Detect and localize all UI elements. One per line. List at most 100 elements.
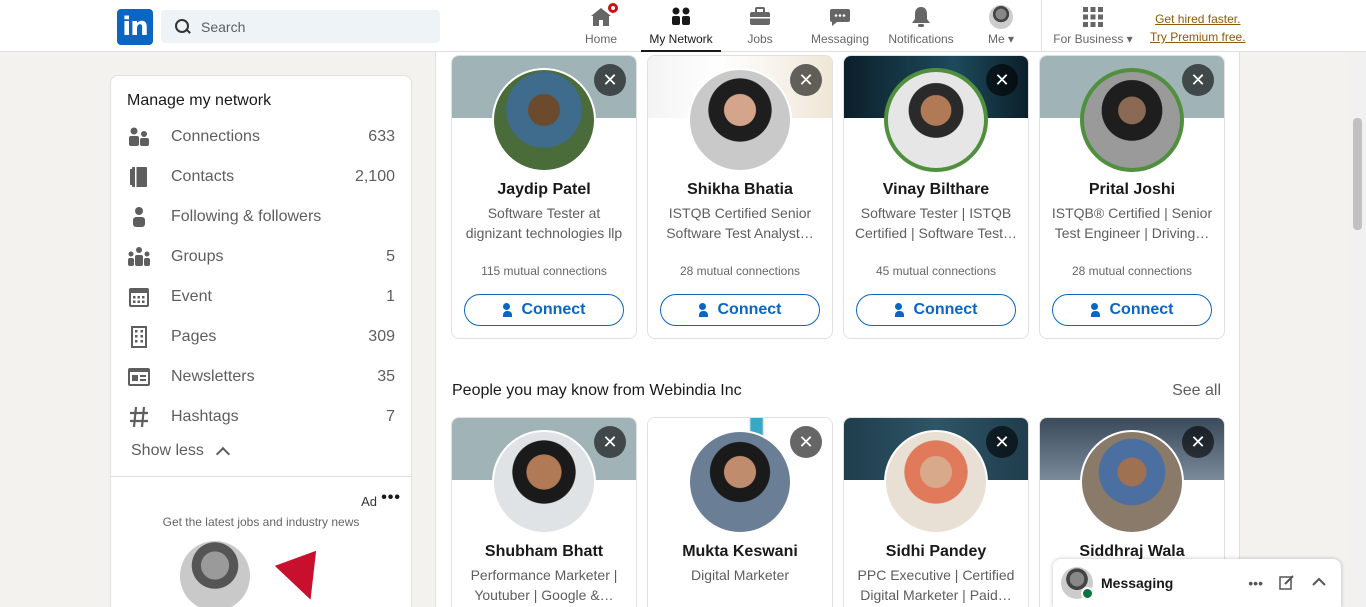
- avatar: [1061, 567, 1094, 600]
- more-options-icon[interactable]: •••: [1248, 575, 1263, 591]
- panel-title: Manage my network: [127, 92, 272, 109]
- sidebar-item-contacts[interactable]: Contacts 2,100: [127, 157, 395, 197]
- nav-me-label: Me ▾: [987, 32, 1015, 46]
- sidebar-item-pages[interactable]: Pages 309: [127, 317, 395, 357]
- suggestion-card[interactable]: ✕ Shikha Bhatia ISTQB Certified Senior S…: [647, 55, 833, 339]
- see-all-link[interactable]: See all: [1172, 382, 1221, 400]
- dismiss-button[interactable]: ✕: [986, 64, 1018, 96]
- dismiss-button[interactable]: ✕: [986, 426, 1018, 458]
- card-name[interactable]: Mukta Keswani: [648, 543, 832, 561]
- card-name[interactable]: Shikha Bhatia: [648, 181, 832, 199]
- bell-icon: [909, 5, 933, 29]
- nav-for-business[interactable]: For Business ▾: [1052, 0, 1134, 52]
- card-headline: Software Tester at dignizant technologie…: [465, 205, 623, 241]
- mutual-connections[interactable]: 45 mutual connections: [844, 264, 1028, 278]
- card-headline: Software Tester | ISTQB Certified | Soft…: [854, 205, 1018, 241]
- sidebar-item-groups[interactable]: Groups 5: [127, 237, 395, 277]
- nav-jobs[interactable]: Jobs: [740, 0, 780, 52]
- sidebar-item-label: Event: [171, 288, 212, 305]
- scrollbar-thumb[interactable]: [1353, 118, 1362, 230]
- dismiss-button[interactable]: ✕: [790, 64, 822, 96]
- dismiss-button[interactable]: ✕: [1182, 426, 1214, 458]
- manage-network-panel: Manage my network Connections 633 Contac…: [110, 75, 412, 477]
- briefcase-icon: [748, 5, 772, 29]
- compose-icon[interactable]: [1279, 574, 1295, 593]
- more-options-icon[interactable]: •••: [381, 489, 401, 507]
- card-name[interactable]: Vinay Bilthare: [844, 181, 1028, 199]
- sidebar-item-count: 2,100: [354, 168, 395, 185]
- ad-logo: [274, 550, 332, 607]
- nav-notifications[interactable]: Notifications: [884, 0, 958, 52]
- suggestion-card[interactable]: ✕ Sidhi Pandey PPC Executive | Certified…: [843, 417, 1029, 607]
- mutual-connections[interactable]: 115 mutual connections: [452, 264, 636, 278]
- profile-photo: [688, 68, 792, 172]
- notification-badge: [606, 1, 620, 15]
- building-icon: [127, 325, 151, 349]
- show-less-label: Show less: [131, 442, 204, 459]
- card-name[interactable]: Shubham Bhatt: [452, 543, 636, 561]
- sidebar-item-count: 309: [368, 328, 395, 345]
- connect-button[interactable]: Connect: [464, 294, 624, 326]
- search-placeholder: Search: [201, 18, 246, 35]
- show-less-button[interactable]: Show less: [131, 442, 230, 462]
- nav-my-network[interactable]: My Network: [641, 0, 721, 52]
- nav-business-label: For Business ▾: [1053, 32, 1133, 46]
- close-icon: ✕: [1190, 431, 1206, 453]
- sidebar-item-event[interactable]: Event 1: [127, 277, 395, 317]
- sidebar-item-label: Following & followers: [171, 208, 322, 225]
- hashtag-icon: [127, 405, 151, 429]
- mutual-connections[interactable]: 28 mutual connections: [648, 264, 832, 278]
- page-scrollbar[interactable]: [1349, 52, 1366, 607]
- suggestion-card[interactable]: ✕ Mukta Keswani Digital Marketer: [647, 417, 833, 607]
- linkedin-logo[interactable]: in: [117, 9, 153, 45]
- dismiss-button[interactable]: ✕: [1182, 64, 1214, 96]
- newspaper-icon: [127, 365, 151, 389]
- grid-icon: [1081, 5, 1105, 29]
- add-person-icon: [502, 303, 517, 317]
- connect-button[interactable]: Connect: [1052, 294, 1212, 326]
- connect-label: Connect: [913, 301, 978, 318]
- close-icon: ✕: [798, 69, 814, 91]
- add-person-icon: [1090, 303, 1105, 317]
- premium-line2[interactable]: Try Premium free.: [1150, 28, 1246, 46]
- mutual-connections[interactable]: 28 mutual connections: [1040, 264, 1224, 278]
- suggestion-card[interactable]: ✕ Shubham Bhatt Performance Marketer | Y…: [451, 417, 637, 607]
- section-title: People you may know from Webindia Inc: [452, 382, 742, 399]
- card-name[interactable]: Sidhi Pandey: [844, 543, 1028, 561]
- chevron-up-icon[interactable]: [1311, 574, 1327, 593]
- contacts-icon: [127, 165, 151, 189]
- suggestion-card[interactable]: ✕ Vinay Bilthare Software Tester | ISTQB…: [843, 55, 1029, 339]
- card-name[interactable]: Prital Joshi: [1040, 181, 1224, 199]
- nav-label: Messaging: [810, 32, 870, 46]
- search-input[interactable]: Search: [161, 10, 440, 43]
- connect-button[interactable]: Connect: [660, 294, 820, 326]
- premium-upsell[interactable]: Get hired faster. Try Premium free.: [1150, 10, 1246, 46]
- sidebar-item-newsletters[interactable]: Newsletters 35: [127, 357, 395, 397]
- card-headline: Digital Marketer: [690, 567, 790, 583]
- suggestion-card[interactable]: ✕ Prital Joshi ISTQB® Certified | Senior…: [1039, 55, 1225, 339]
- nav-label: Jobs: [747, 32, 773, 46]
- my-network-icon: [669, 5, 693, 29]
- nav-me[interactable]: Me ▾: [981, 0, 1021, 52]
- ad-card: Ad ••• Get the latest jobs and industry …: [110, 477, 412, 607]
- sidebar-item-hashtags[interactable]: Hashtags 7: [127, 397, 395, 437]
- card-headline: PPC Executive | Certified Digital Market…: [857, 567, 1015, 603]
- close-icon: ✕: [994, 69, 1010, 91]
- ad-label: Ad: [361, 494, 377, 509]
- dismiss-button[interactable]: ✕: [594, 426, 626, 458]
- suggestion-card[interactable]: ✕ Jaydip Patel Software Tester at digniz…: [451, 55, 637, 339]
- sidebar-item-connections[interactable]: Connections 633: [127, 117, 395, 157]
- connect-button[interactable]: Connect: [856, 294, 1016, 326]
- dismiss-button[interactable]: ✕: [790, 426, 822, 458]
- messaging-actions: •••: [1248, 574, 1327, 593]
- dismiss-button[interactable]: ✕: [594, 64, 626, 96]
- messaging-bar[interactable]: Messaging •••: [1053, 559, 1341, 607]
- top-navigation: in Search Home My Network Jobs Messaging…: [0, 0, 1366, 52]
- card-name[interactable]: Jaydip Patel: [452, 181, 636, 199]
- profile-photo: [1080, 68, 1184, 172]
- nav-home[interactable]: Home: [581, 0, 621, 52]
- sidebar-item-following[interactable]: Following & followers: [127, 197, 395, 237]
- main-content: ✕ Jaydip Patel Software Tester at digniz…: [435, 52, 1240, 607]
- nav-messaging[interactable]: Messaging: [808, 0, 872, 52]
- premium-line1[interactable]: Get hired faster.: [1150, 10, 1246, 28]
